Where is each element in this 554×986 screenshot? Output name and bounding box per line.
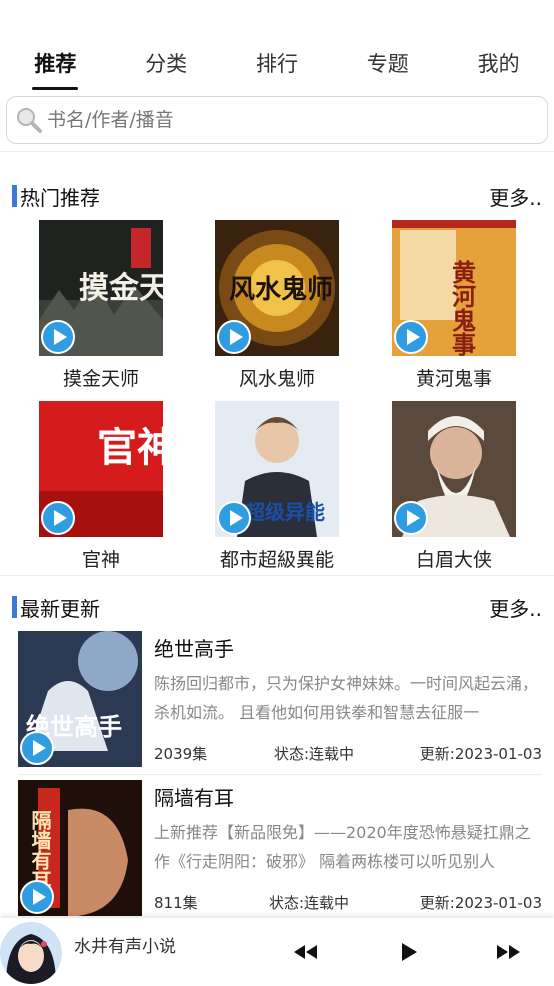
cover-text: 隔墙有耳	[28, 810, 52, 891]
divider	[18, 774, 542, 775]
book-cover: 黄河鬼事	[392, 220, 516, 356]
tab-recommend[interactable]: 推荐	[0, 0, 111, 92]
divider	[0, 575, 554, 576]
rewind-icon[interactable]	[291, 938, 321, 966]
book-cover: 隔墙有耳	[18, 780, 142, 916]
section-title: 热门推荐	[12, 182, 100, 211]
play-icon[interactable]	[217, 501, 251, 535]
mini-player: 水井有声小说	[0, 918, 554, 986]
book-cover: 风水鬼师	[215, 220, 339, 356]
book-title: 黄河鬼事	[415, 368, 492, 390]
status-text: 状态:连载中	[269, 894, 350, 912]
list-item[interactable]: 隔墙有耳 隔墙有耳 上新推荐【新品限免】——2020年度恐怖悬疑扛鼎之作《行走阴…	[18, 780, 542, 916]
hot-section-title: 热门推荐	[20, 185, 100, 210]
search-icon	[17, 108, 42, 133]
book-card[interactable]: 摸金天师 摸金天师	[39, 220, 163, 391]
fast-forward-icon[interactable]	[493, 938, 523, 966]
book-cover: 超级异能	[215, 401, 339, 537]
player-title: 水井有声小说	[74, 937, 176, 957]
cover-text: 官神	[97, 424, 163, 471]
cover-text: 黄河鬼事	[448, 260, 477, 356]
section-title: 最新更新	[12, 593, 100, 622]
latest-section-header: 最新更新 更多..	[12, 592, 542, 622]
cover-text: 风水鬼师	[229, 274, 333, 305]
play-icon[interactable]	[394, 320, 428, 354]
tab-topics[interactable]: 专题	[332, 0, 443, 92]
section-accent-bar	[12, 185, 17, 207]
book-title: 隔墙有耳	[154, 786, 234, 810]
book-cover: 绝世高手	[18, 631, 142, 767]
update-date: 更新:2023-01-03	[419, 745, 542, 763]
play-icon[interactable]	[41, 501, 75, 535]
book-card[interactable]: 黄河鬼事 黄河鬼事	[392, 220, 516, 391]
book-title: 绝世高手	[154, 637, 234, 661]
book-cover: 官神	[39, 401, 163, 537]
section-accent-bar	[12, 596, 17, 618]
book-title: 官神	[81, 549, 120, 571]
book-card[interactable]: 超级异能 都市超級異能	[215, 401, 339, 572]
hot-more-link[interactable]: 更多..	[489, 182, 542, 211]
hot-section-header: 热门推荐 更多..	[12, 181, 542, 211]
book-title: 都市超級異能	[219, 549, 334, 571]
tab-mine[interactable]: 我的	[443, 0, 554, 92]
play-icon[interactable]	[41, 320, 75, 354]
book-description: 陈扬回归都市，只为保护女神妹妹。一时间风起云涌，杀机如流。 且看他如何用铁拳和智…	[154, 674, 539, 722]
play-icon[interactable]	[20, 880, 54, 914]
book-card[interactable]: 白眉大侠	[392, 401, 516, 572]
play-icon[interactable]	[394, 501, 428, 535]
play-icon[interactable]	[20, 731, 54, 765]
tab-category[interactable]: 分类	[111, 0, 222, 92]
play-icon[interactable]	[217, 320, 251, 354]
top-tab-bar: 推荐 分类 排行 专题 我的	[0, 0, 554, 92]
book-title: 白眉大侠	[415, 549, 492, 571]
avatar[interactable]	[0, 922, 62, 984]
update-date: 更新:2023-01-03	[419, 894, 542, 912]
book-description: 上新推荐【新品限免】——2020年度恐怖悬疑扛鼎之作《行走阴阳：破邪》 隔着两栋…	[154, 823, 531, 871]
episode-count: 811集	[154, 894, 198, 912]
latest-section-title: 最新更新	[20, 596, 100, 621]
book-title: 摸金天师	[62, 368, 139, 390]
divider	[0, 151, 554, 152]
book-title: 风水鬼师	[238, 368, 315, 390]
latest-more-link[interactable]: 更多..	[489, 593, 542, 622]
cover-text: 摸金天师	[79, 271, 163, 306]
book-card[interactable]: 风水鬼师 风水鬼师	[215, 220, 339, 391]
book-cover: 摸金天师	[39, 220, 163, 356]
book-cover	[392, 401, 516, 537]
status-text: 状态:连载中	[274, 745, 355, 763]
episode-count: 2039集	[154, 745, 208, 763]
cover-text: 超级异能	[244, 500, 325, 524]
search-input[interactable]	[47, 109, 527, 131]
search-bar[interactable]	[6, 96, 548, 144]
list-item[interactable]: 绝世高手 绝世高手 陈扬回归都市，只为保护女神妹妹。一时间风起云涌，杀机如流。 …	[18, 631, 542, 767]
tab-ranking[interactable]: 排行	[222, 0, 333, 92]
book-card[interactable]: 官神 官神	[39, 401, 163, 572]
play-pause-icon[interactable]	[393, 938, 423, 966]
